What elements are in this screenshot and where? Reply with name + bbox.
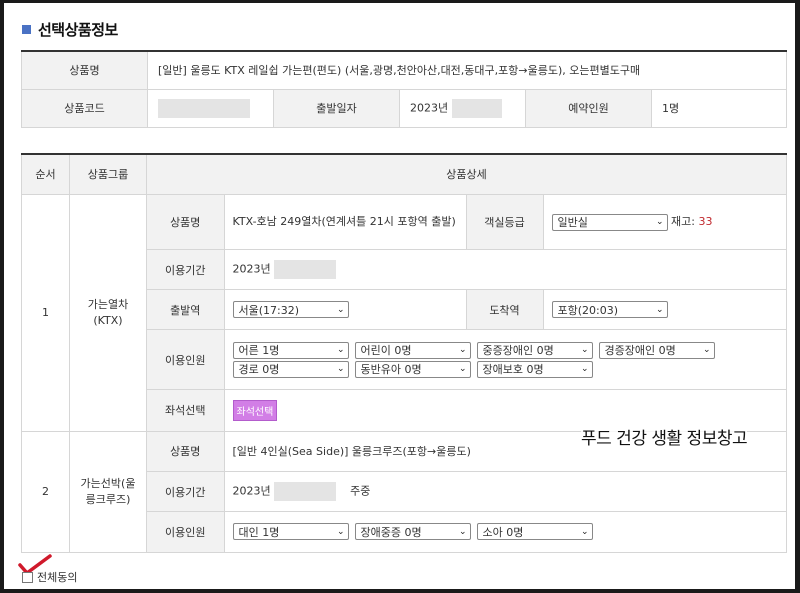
ship-detail-inner: 상품명 [일반 4인실(Sea Side)] 울릉크루즈(포항→울릉도) 이용기… (147, 431, 787, 552)
train-seq: 1 (21, 193, 70, 432)
ship-child-select[interactable]: 소아 0명 ⌄ (476, 523, 593, 541)
chevron-down-icon: ⌄ (458, 526, 467, 537)
page-frame: 선택상품정보 상품명 [일반] 울릉도 KTX 레일쉽 가는편(편도) (서울,… (4, 3, 795, 589)
section-bullet-icon (22, 24, 31, 34)
col-seq-header: 순서 (21, 153, 70, 195)
depart-station-select[interactable]: 서울(17:32) ⌄ (232, 301, 349, 318)
col-group-header: 상품그룹 (69, 153, 147, 195)
ship-period-value: 2023년 주중 (223, 471, 787, 512)
chevron-down-icon: ⌄ (702, 345, 711, 355)
depart-station-cell: 서울(17:32) ⌄ (223, 289, 466, 330)
train-class-cell: 일반실 ⌄ 재고: 33 (542, 194, 787, 250)
ship-adult-select[interactable]: 대인 1명 ⌄ (232, 523, 349, 541)
chevron-down-icon: ⌄ (336, 345, 345, 355)
chevron-down-icon: ⌄ (458, 345, 467, 355)
arrive-station-label: 도착역 (465, 289, 543, 330)
departure-date-value: 2023년 (399, 88, 526, 128)
ship-severe-disabled-select[interactable]: 장애중증 0명 ⌄ (354, 523, 471, 541)
chevron-down-icon: ⌄ (336, 364, 345, 374)
train-row: 1 가는열차 (KTX) 상품명 KTX-호남 249열차(연계셔틀 21시 포… (21, 193, 787, 432)
redacted-block (274, 260, 337, 279)
chevron-down-icon: ⌄ (336, 304, 345, 315)
product-name-value: [일반] 울릉도 KTX 레일쉽 가는편(편도) (서울,광명,천안아산,대전,… (146, 50, 788, 90)
train-people-label: 이용인원 (147, 329, 224, 390)
chevron-down-icon: ⌄ (580, 526, 589, 537)
train-period-value: 2023년 (223, 249, 787, 290)
infant-select[interactable]: 동반유아 0명 ⌄ (354, 361, 471, 378)
ship-row: 2 가는선박(울릉크루즈) 상품명 [일반 4인실(Sea Side)] 울릉크… (21, 430, 787, 553)
chevron-down-icon: ⌄ (336, 526, 345, 537)
chevron-down-icon: ⌄ (458, 364, 467, 374)
product-code-value (147, 88, 274, 128)
agree-all-checkbox[interactable] (22, 571, 33, 583)
stock-value: 33 (698, 215, 713, 228)
ship-seq: 2 (21, 430, 70, 553)
train-name-value: KTX-호남 249열차(연계셔틀 21시 포항역 출발) (223, 194, 466, 250)
train-group: 가는열차 (KTX) (69, 193, 147, 432)
ship-people-label: 이용인원 (147, 511, 224, 552)
product-summary-table: 상품명 [일반] 울릉도 KTX 레일쉽 가는편(편도) (서울,광명,천안아산… (21, 50, 788, 128)
senior-select[interactable]: 경로 0명 ⌄ (232, 361, 349, 378)
train-period-label: 이용기간 (147, 249, 224, 290)
col-detail-header: 상품상세 (146, 153, 787, 195)
agree-all-label: 전체동의 (37, 571, 78, 584)
arrive-station-select[interactable]: 포항(20:03) ⌄ (551, 301, 668, 318)
severe-disabled-select[interactable]: 중증장애인 0명 ⌄ (476, 342, 593, 359)
train-detail-inner: 상품명 KTX-호남 249열차(연계셔틀 21시 포항역 출발) 객실등급 일… (147, 194, 787, 431)
ship-people-cell: 대인 1명 ⌄ 장애중증 0명 ⌄ 소아 0명 ⌄ (223, 511, 787, 552)
train-people-cell: 어른 1명 ⌄ 어린이 0명 ⌄ 중증장애인 0명 ⌄ 경증장애인 0명 ⌄ 경로 0명 ⌄ 동반… (223, 329, 787, 390)
arrive-station-cell: 포항(20:03) ⌄ (542, 289, 787, 330)
section-header: 선택상품정보 (22, 19, 118, 39)
agree-all[interactable]: 전체동의 (22, 569, 77, 585)
seat-select-button[interactable]: 좌석선택 (232, 399, 278, 421)
reservation-people-label: 예약인원 (525, 88, 652, 128)
redacted-block (274, 482, 337, 501)
departure-date-label: 출발일자 (273, 88, 400, 128)
product-code-label: 상품코드 (21, 88, 148, 128)
product-detail-table: 순서 상품그룹 상품상세 1 가는열차 (KTX) 상품명 KTX-호남 249… (21, 153, 787, 553)
watermark-text: 푸드 건강 생활 정보창고 (581, 424, 748, 449)
train-name-label: 상품명 (147, 194, 224, 250)
redacted-block (451, 98, 502, 118)
product-name-label: 상품명 (21, 50, 148, 90)
train-class-label: 객실등급 (465, 194, 543, 250)
chevron-down-icon: ⌄ (655, 217, 664, 227)
ship-group: 가는선박(울릉크루즈) (69, 430, 147, 553)
class-select[interactable]: 일반실 ⌄ (551, 213, 668, 231)
redacted-block (158, 98, 250, 118)
adult-select[interactable]: 어른 1명 ⌄ (232, 342, 349, 359)
disabled-guardian-select[interactable]: 장애보호 0명 ⌄ (476, 361, 593, 378)
section-title: 선택상품정보 (38, 20, 118, 39)
depart-station-label: 출발역 (147, 289, 224, 330)
stock-label: 재고: (671, 215, 695, 228)
child-select[interactable]: 어린이 0명 ⌄ (354, 342, 471, 359)
reservation-people-value: 1명 (650, 88, 788, 128)
chevron-down-icon: ⌄ (580, 364, 589, 374)
ship-name-label: 상품명 (147, 431, 224, 472)
chevron-down-icon: ⌄ (655, 304, 664, 315)
ship-period-label: 이용기간 (147, 471, 224, 512)
chevron-down-icon: ⌄ (580, 345, 589, 355)
mild-disabled-select[interactable]: 경증장애인 0명 ⌄ (598, 342, 715, 359)
seat-select-label: 좌석선택 (147, 389, 224, 431)
